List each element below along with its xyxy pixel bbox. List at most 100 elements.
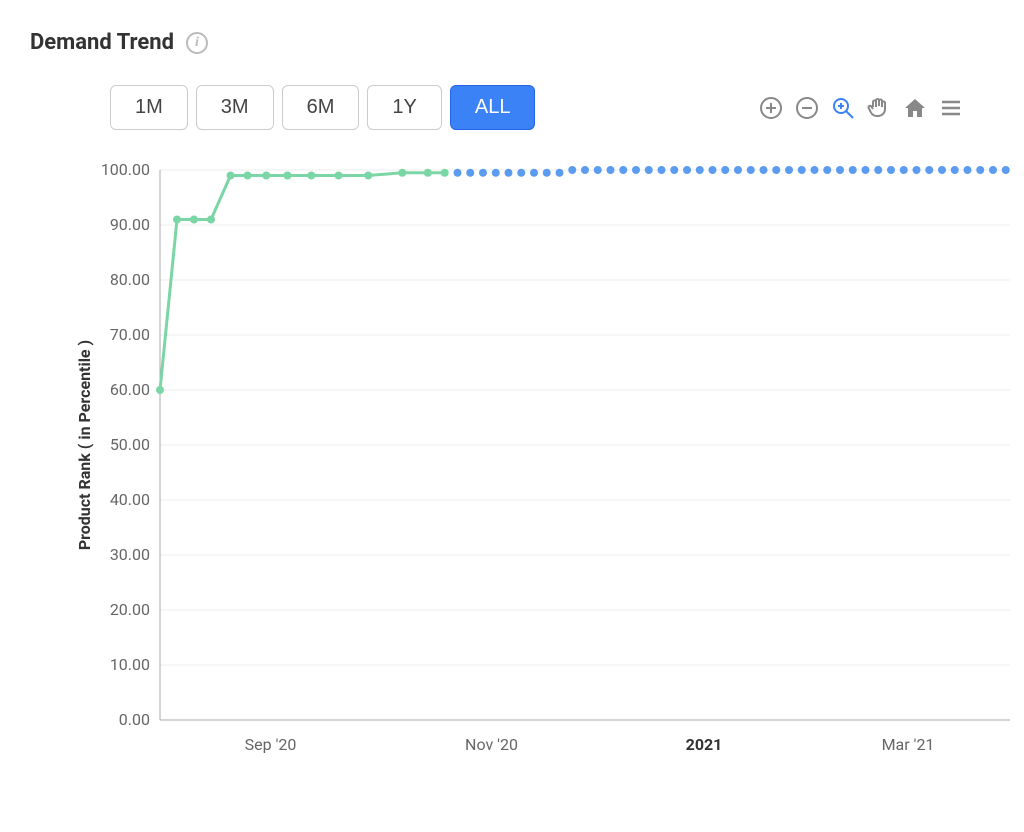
x-tick: Sep '20 bbox=[245, 735, 297, 754]
range-button-1m[interactable]: 1M bbox=[110, 85, 188, 130]
range-button-all[interactable]: ALL bbox=[450, 85, 536, 130]
data-point bbox=[505, 169, 513, 177]
x-tick: 2021 bbox=[686, 735, 723, 754]
data-point bbox=[760, 166, 768, 174]
y-tick-label: 50.00 bbox=[110, 435, 150, 454]
y-tick: 100.00 bbox=[101, 160, 150, 179]
chart-header: Demand Trend i bbox=[30, 30, 1004, 55]
home-icon[interactable] bbox=[902, 95, 928, 121]
data-point bbox=[156, 386, 164, 394]
data-point bbox=[307, 172, 315, 180]
x-tick-label: Sep '20 bbox=[245, 735, 297, 754]
y-tick: 80.00 bbox=[110, 270, 150, 289]
selection-zoom-icon[interactable] bbox=[830, 95, 856, 121]
data-point bbox=[492, 169, 500, 177]
data-point bbox=[227, 172, 235, 180]
data-point bbox=[594, 166, 602, 174]
y-tick-label: 10.00 bbox=[110, 655, 150, 674]
data-point bbox=[424, 169, 432, 177]
data-point bbox=[964, 166, 972, 174]
data-point bbox=[568, 166, 576, 174]
y-axis-label: Product Rank ( in Percentile ) bbox=[75, 340, 94, 550]
demand-trend-chart[interactable]: 0.00 10.00 20.00 30.00 40.00 50.00 60.00 70.00 8… bbox=[70, 160, 1020, 780]
zoom-in-icon[interactable] bbox=[758, 95, 784, 121]
data-point bbox=[823, 166, 831, 174]
data-point bbox=[989, 166, 997, 174]
y-tick-label: 90.00 bbox=[110, 215, 150, 234]
x-tick: Mar '21 bbox=[882, 735, 935, 754]
y-tick-label: 30.00 bbox=[110, 545, 150, 564]
data-point bbox=[849, 166, 857, 174]
data-point bbox=[517, 169, 525, 177]
data-point bbox=[398, 169, 406, 177]
y-tick-label: 60.00 bbox=[110, 380, 150, 399]
data-point bbox=[721, 166, 729, 174]
data-point bbox=[798, 166, 806, 174]
y-tick: 90.00 bbox=[110, 215, 150, 234]
data-point bbox=[913, 166, 921, 174]
chart-grid bbox=[160, 170, 1010, 720]
range-button-3m[interactable]: 3M bbox=[196, 85, 274, 130]
data-point bbox=[556, 169, 564, 177]
data-point bbox=[836, 166, 844, 174]
y-tick-label: 100.00 bbox=[101, 160, 150, 179]
data-point bbox=[862, 166, 870, 174]
data-point bbox=[543, 169, 551, 177]
data-point bbox=[619, 166, 627, 174]
range-button-label: 1Y bbox=[392, 96, 416, 118]
data-point bbox=[874, 166, 882, 174]
y-tick: 30.00 bbox=[110, 545, 150, 564]
data-point bbox=[607, 166, 615, 174]
y-tick: 20.00 bbox=[110, 600, 150, 619]
data-point bbox=[658, 166, 666, 174]
y-tick: 40.00 bbox=[110, 490, 150, 509]
range-button-label: 3M bbox=[221, 96, 249, 118]
data-point bbox=[466, 169, 474, 177]
data-point bbox=[581, 166, 589, 174]
y-tick: 60.00 bbox=[110, 380, 150, 399]
range-button-label: 1M bbox=[135, 96, 163, 118]
y-tick-label: 20.00 bbox=[110, 600, 150, 619]
data-point bbox=[284, 172, 292, 180]
data-point bbox=[887, 166, 895, 174]
x-tick-label: Nov '20 bbox=[465, 735, 518, 754]
data-point bbox=[645, 166, 653, 174]
y-tick-label: 70.00 bbox=[110, 325, 150, 344]
info-icon[interactable]: i bbox=[186, 32, 208, 54]
pan-icon[interactable] bbox=[866, 95, 892, 121]
data-point bbox=[785, 166, 793, 174]
data-point bbox=[670, 166, 678, 174]
range-button-1y[interactable]: 1Y bbox=[367, 85, 441, 130]
page-title: Demand Trend bbox=[30, 30, 174, 55]
range-button-group: 1M 3M 6M 1Y ALL bbox=[110, 85, 535, 130]
data-point bbox=[1002, 166, 1010, 174]
x-tick-label: 2021 bbox=[686, 735, 723, 754]
y-tick-label: 0.00 bbox=[119, 710, 150, 729]
data-point bbox=[244, 172, 252, 180]
range-button-label: 6M bbox=[307, 96, 335, 118]
y-tick-label: 40.00 bbox=[110, 490, 150, 509]
data-point bbox=[938, 166, 946, 174]
data-point bbox=[262, 172, 270, 180]
data-point bbox=[632, 166, 640, 174]
data-point bbox=[811, 166, 819, 174]
chart-toolbar: 1M 3M 6M 1Y ALL bbox=[110, 85, 1004, 130]
data-point bbox=[772, 166, 780, 174]
y-tick: 70.00 bbox=[110, 325, 150, 344]
series-line-green bbox=[160, 173, 445, 390]
tool-icon-group bbox=[758, 95, 964, 121]
data-point bbox=[900, 166, 908, 174]
chart-area[interactable]: 0.00 10.00 20.00 30.00 40.00 50.00 60.00 70.00 8… bbox=[70, 160, 1004, 780]
data-point bbox=[207, 216, 215, 224]
data-point bbox=[190, 216, 198, 224]
data-point bbox=[441, 169, 449, 177]
data-point bbox=[696, 166, 704, 174]
y-tick-label: 80.00 bbox=[110, 270, 150, 289]
y-tick: 10.00 bbox=[110, 655, 150, 674]
zoom-out-icon[interactable] bbox=[794, 95, 820, 121]
data-point bbox=[734, 166, 742, 174]
menu-icon[interactable] bbox=[938, 95, 964, 121]
data-point bbox=[335, 172, 343, 180]
range-button-6m[interactable]: 6M bbox=[282, 85, 360, 130]
data-point bbox=[173, 216, 181, 224]
